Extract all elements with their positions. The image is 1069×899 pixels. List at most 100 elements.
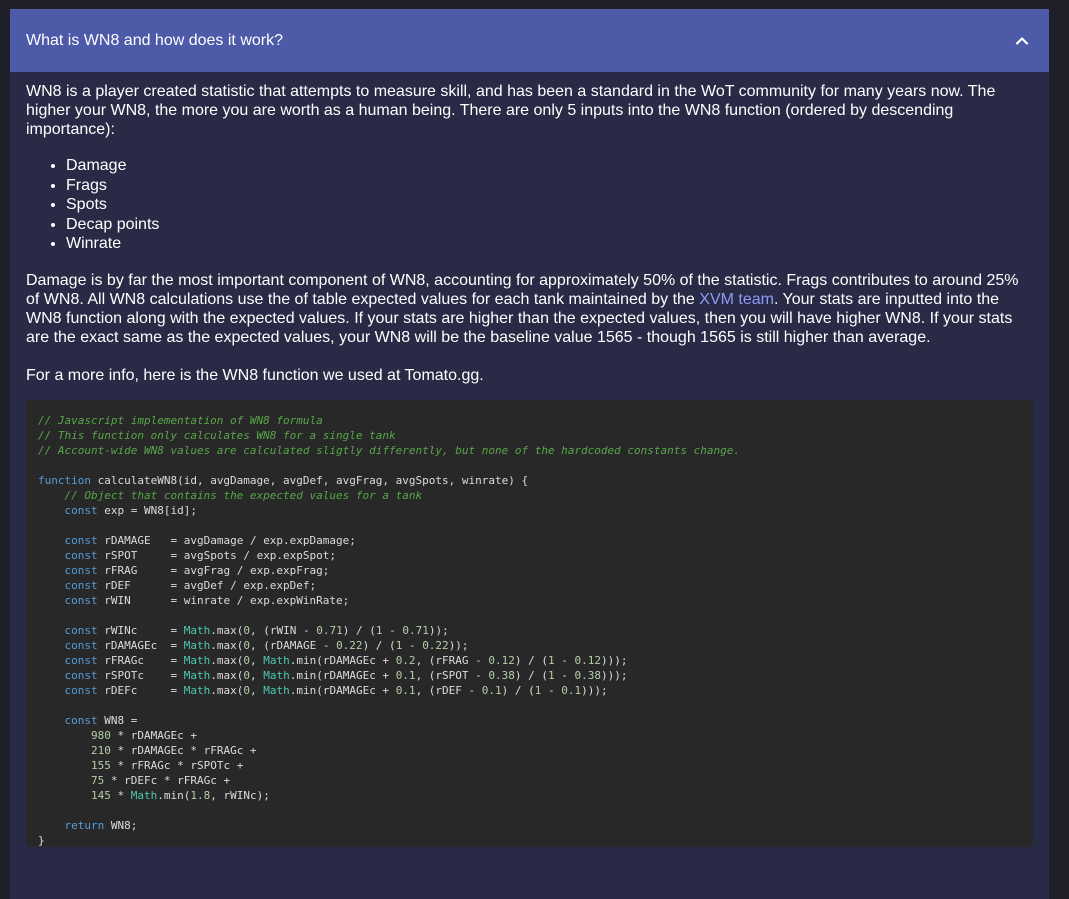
code-token: rSPOTc = bbox=[97, 668, 184, 682]
code-token: return bbox=[64, 818, 105, 832]
code-token: // Account-wide WN8 values are calculate… bbox=[38, 443, 740, 457]
code-token: )); bbox=[428, 623, 449, 637]
code-line: const rDEF = avgDef / exp.expDef; bbox=[38, 578, 1033, 593]
code-token: - bbox=[554, 653, 575, 667]
faq-body: WN8 is a player created statistic that a… bbox=[10, 72, 1049, 847]
faq-title: What is WN8 and how does it work? bbox=[26, 31, 283, 49]
intro-paragraph: WN8 is a player created statistic that a… bbox=[26, 83, 996, 138]
code-token: // Object that contains the expected val… bbox=[64, 488, 423, 502]
code-token: 155 bbox=[90, 758, 111, 772]
code-token: rWIN = winrate / exp.expWinRate; bbox=[97, 593, 350, 607]
code-token: 1 bbox=[548, 668, 555, 682]
code-token: const bbox=[64, 563, 98, 577]
code-token: ) / ( bbox=[342, 623, 376, 637]
code-token: * rDEFc * rFRAGc + bbox=[104, 773, 231, 787]
code-token: .min(rDAMAGEc + bbox=[289, 653, 396, 667]
code-token: const bbox=[64, 668, 98, 682]
code-token: .max( bbox=[210, 683, 244, 697]
code-token: const bbox=[64, 638, 98, 652]
code-token: rDEF = avgDef / exp.expDef; bbox=[97, 578, 317, 592]
code-token: 0.1 bbox=[561, 683, 582, 697]
code-token: .max( bbox=[210, 638, 244, 652]
list-item: Winrate bbox=[66, 234, 1033, 254]
code-line: const rWINc = Math.max(0, (rWIN - 0.71) … bbox=[38, 623, 1033, 638]
code-token: * rFRAGc * rSPOTc + bbox=[110, 758, 244, 772]
code-line: const rDAMAGEc = Math.max(0, (rDAMAGE - … bbox=[38, 638, 1033, 653]
code-token: 145 bbox=[90, 788, 111, 802]
code-line: 210 * rDAMAGEc * rFRAGc + bbox=[38, 743, 1033, 758]
code-token: 1 bbox=[548, 653, 555, 667]
code-token: 0 bbox=[243, 683, 250, 697]
code-token: 0 bbox=[243, 668, 250, 682]
xvm-team-link[interactable]: XVM team bbox=[699, 291, 774, 308]
code-token: * rDAMAGEc * rFRAGc + bbox=[110, 743, 257, 757]
code-token: 0 bbox=[243, 623, 250, 637]
code-token: , (rDAMAGE - bbox=[249, 638, 337, 652]
damage-paragraph: Damage is by far the most important comp… bbox=[26, 271, 1033, 347]
code-token: 980 bbox=[90, 728, 111, 742]
chevron-up-icon[interactable] bbox=[1011, 30, 1033, 52]
code-token: rWINc = bbox=[97, 623, 184, 637]
code-token: Math bbox=[130, 788, 158, 802]
code-line: function calculateWN8(id, avgDamage, avg… bbox=[38, 473, 1033, 488]
code-token: const bbox=[64, 578, 98, 592]
list-item: Spots bbox=[66, 195, 1033, 215]
code-line: // This function only calculates WN8 for… bbox=[38, 428, 1033, 443]
code-token: Math bbox=[183, 683, 211, 697]
code-token: WN8 = bbox=[97, 713, 138, 727]
code-token: 0.38 bbox=[574, 668, 602, 682]
code-block: // Javascript implementation of WN8 form… bbox=[26, 399, 1033, 847]
code-token: } bbox=[38, 833, 45, 847]
code-line: return WN8; bbox=[38, 818, 1033, 833]
code-token: rDAMAGE = avgDamage / exp.expDamage; bbox=[97, 533, 356, 547]
code-line: const rFRAG = avgFrag / exp.expFrag; bbox=[38, 563, 1033, 578]
code-line: const rFRAGc = Math.max(0, Math.min(rDAM… bbox=[38, 653, 1033, 668]
code-line: // Account-wide WN8 values are calculate… bbox=[38, 443, 1033, 458]
code-token: Math bbox=[263, 683, 290, 697]
code-token: , (rSPOT - bbox=[415, 668, 489, 682]
code-token: ) / ( bbox=[514, 668, 549, 682]
code-token: .min( bbox=[157, 788, 191, 802]
code-token: ) / ( bbox=[514, 653, 549, 667]
code-token: const bbox=[64, 533, 98, 547]
list-item: Decap points bbox=[66, 215, 1033, 235]
code-token: 0 bbox=[243, 653, 250, 667]
code-token: // This function only calculates WN8 for… bbox=[38, 428, 396, 442]
code-token: 0.38 bbox=[488, 668, 515, 682]
code-token: .max( bbox=[210, 653, 244, 667]
code-line: const WN8 = bbox=[38, 713, 1033, 728]
code-token: .min(rDAMAGEc + bbox=[289, 683, 396, 697]
code-token: , bbox=[249, 668, 264, 682]
code-line: } bbox=[38, 833, 1033, 847]
code-token: , bbox=[249, 653, 264, 667]
code-token: 1.8 bbox=[190, 788, 211, 802]
code-token: Math bbox=[183, 668, 211, 682]
list-item: Frags bbox=[66, 176, 1033, 196]
code-token: const bbox=[64, 653, 98, 667]
code-token: const bbox=[64, 593, 98, 607]
code-token: ))); bbox=[601, 668, 628, 682]
code-token: , (rFRAG - bbox=[415, 653, 489, 667]
faq-header[interactable]: What is WN8 and how does it work? bbox=[10, 9, 1049, 72]
code-line: const rSPOTc = Math.max(0, Math.min(rDAM… bbox=[38, 668, 1033, 683]
code-token: 0.71 bbox=[316, 623, 343, 637]
more-info-paragraph: For a more info, here is the WN8 functio… bbox=[26, 366, 484, 384]
code-line: 155 * rFRAGc * rSPOTc + bbox=[38, 758, 1033, 773]
code-token: 0.1 bbox=[481, 683, 502, 697]
code-token: * bbox=[110, 788, 131, 802]
code-line: 75 * rDEFc * rFRAGc + bbox=[38, 773, 1033, 788]
